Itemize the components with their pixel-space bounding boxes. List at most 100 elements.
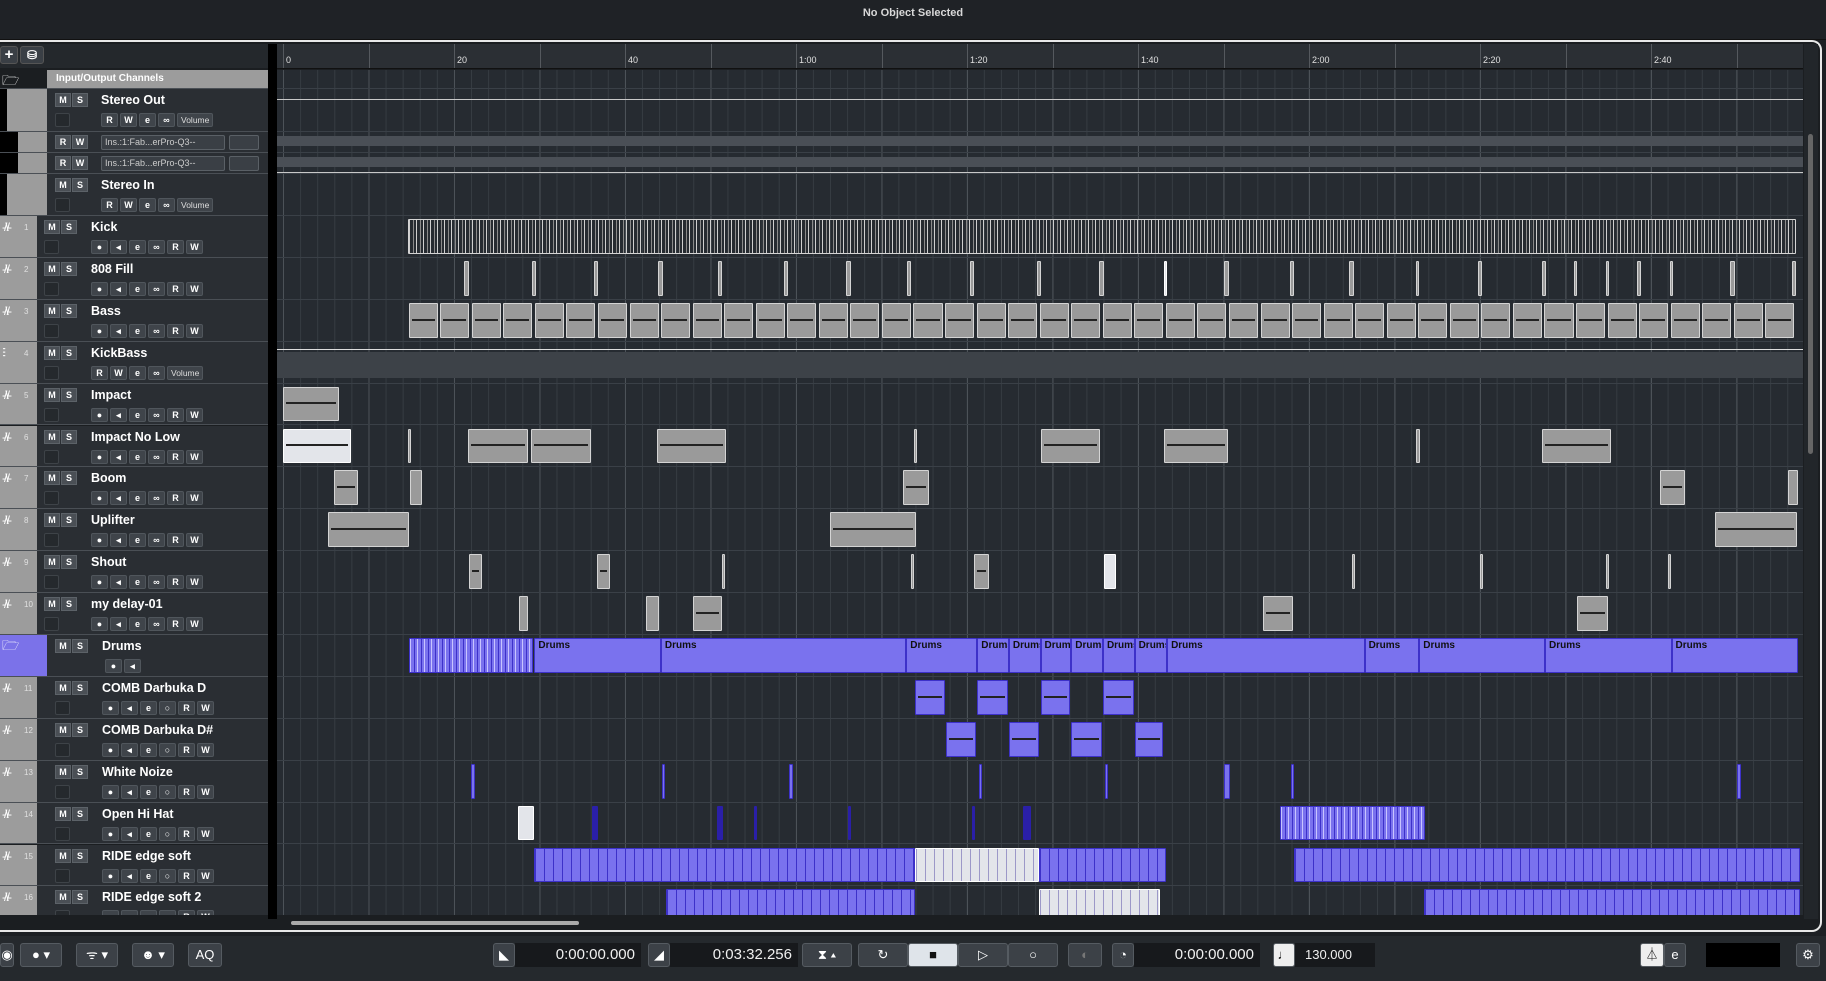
io-row-io[interactable]: M S Stereo Out R We ∞ Volume <box>0 89 268 132</box>
track-white-noize[interactable]: -/\/- 13 M S White Noize ● ◂ e ○ R W <box>0 760 268 803</box>
clip[interactable] <box>334 470 359 506</box>
clip[interactable] <box>1729 260 1735 296</box>
mute-button[interactable]: M <box>44 261 60 276</box>
track-ride-edge-soft[interactable]: -/\/- 15 M S RIDE edge soft ● ◂ e ○ R W <box>0 844 268 887</box>
track-open-hi-hat[interactable]: -/\/- 14 M S Open Hi Hat ● ◂ e ○ R W <box>0 802 268 845</box>
clip[interactable] <box>666 889 915 915</box>
auto-quantize-button[interactable]: AQ <box>188 943 222 967</box>
clip[interactable] <box>1102 302 1132 338</box>
track-control-button[interactable]: ◂ <box>110 240 127 254</box>
clip[interactable] <box>283 428 352 464</box>
clip[interactable] <box>1008 721 1039 757</box>
track-control-button[interactable]: R <box>167 575 184 590</box>
clip[interactable]: Drums <box>534 638 661 673</box>
track-control-button[interactable]: ◂ <box>110 533 127 548</box>
clip[interactable]: Drums <box>1071 638 1103 673</box>
track-ride-edge-soft-2[interactable]: -/\/- 16 MS RIDE edge soft 2 ●◂e○RW <box>0 886 268 915</box>
clip[interactable] <box>718 260 723 296</box>
clip[interactable] <box>1197 302 1227 338</box>
solo-button[interactable]: S <box>72 639 88 653</box>
clip[interactable] <box>1605 260 1610 296</box>
solo-button[interactable]: S <box>72 806 88 821</box>
track-control-button[interactable]: ∞ <box>148 491 165 506</box>
clip[interactable] <box>1098 260 1104 296</box>
clip[interactable] <box>978 763 983 799</box>
track-control-button[interactable]: e <box>140 826 157 841</box>
track-control-button[interactable]: ∞ <box>148 617 165 632</box>
track-control-button[interactable]: ● <box>91 407 108 422</box>
track-control-button[interactable]: ◂ <box>110 449 127 464</box>
clip[interactable] <box>1008 302 1038 338</box>
track-control-button[interactable]: e <box>129 617 146 632</box>
clip[interactable] <box>1037 260 1041 296</box>
clip[interactable] <box>914 679 945 715</box>
track-control-button[interactable]: ∞ <box>148 281 165 296</box>
clip[interactable] <box>657 428 726 464</box>
clip[interactable] <box>1418 302 1448 338</box>
clip[interactable] <box>1659 470 1686 506</box>
track-control-button[interactable]: R <box>167 240 184 254</box>
track-control-button[interactable]: R <box>178 742 195 757</box>
io-row-folder[interactable]: 🗁 Input/Output Channels <box>0 70 268 89</box>
read-button[interactable]: R <box>55 135 71 149</box>
clip[interactable] <box>661 763 666 799</box>
mute-button[interactable]: M <box>44 597 60 612</box>
clip[interactable] <box>845 260 851 296</box>
track-control-button[interactable]: ◂ <box>121 826 138 841</box>
track-control-button[interactable]: ◂ <box>110 407 127 422</box>
clip[interactable] <box>1424 889 1800 915</box>
solo-button[interactable]: S <box>72 722 88 737</box>
clip[interactable] <box>597 302 628 338</box>
track-control-button[interactable]: W <box>186 491 203 506</box>
clip[interactable] <box>1040 428 1101 464</box>
right-locator-field[interactable]: 0:03:32.256 <box>670 943 798 967</box>
track-select-box[interactable] <box>55 910 70 915</box>
track-comb-darbuka-d-[interactable]: -/\/- 12 M S COMB Darbuka D# ● ◂ e ○ R W <box>0 718 268 761</box>
clip[interactable] <box>1702 302 1732 338</box>
clip[interactable] <box>1260 302 1290 338</box>
clip[interactable] <box>1071 721 1103 757</box>
clip[interactable] <box>973 554 990 590</box>
clip[interactable] <box>1102 679 1134 715</box>
track-control-button[interactable]: e <box>140 868 157 883</box>
clip[interactable] <box>913 428 917 464</box>
track-kickbass[interactable]: ⫶⫶ 4 M S KickBass R We ∞ Volume <box>0 341 268 384</box>
clip[interactable] <box>724 302 754 338</box>
clip[interactable] <box>972 805 976 841</box>
track-control-button[interactable]: R <box>178 784 195 799</box>
track-select-box[interactable] <box>44 240 59 254</box>
mute-button[interactable]: M <box>55 848 71 863</box>
tempo-field[interactable]: 130.000 <box>1295 943 1375 967</box>
clip[interactable]: Drums <box>1167 638 1365 673</box>
track-control-button[interactable]: ● <box>91 491 108 506</box>
track-control-button[interactable]: R <box>167 449 184 464</box>
mute-button[interactable]: M <box>44 303 60 318</box>
clip[interactable] <box>566 302 596 338</box>
clip[interactable] <box>531 260 537 296</box>
solo-button[interactable]: S <box>61 597 77 612</box>
clip[interactable] <box>1787 470 1799 506</box>
control-write-button[interactable]: W <box>120 198 137 212</box>
track-control-button[interactable]: ∞ <box>148 240 165 254</box>
clip[interactable] <box>629 302 659 338</box>
control-link-button[interactable]: ∞ <box>158 198 175 212</box>
mute-button[interactable]: M <box>44 387 60 402</box>
track-control-button[interactable]: ● <box>91 240 108 254</box>
track-control-button[interactable]: e <box>140 700 157 715</box>
track-control-button[interactable]: R <box>178 826 195 841</box>
settings-icon[interactable]: ⚙ <box>1796 943 1820 967</box>
clip[interactable] <box>1134 302 1164 338</box>
clip[interactable] <box>1607 302 1637 338</box>
track-control-button[interactable]: W <box>186 533 203 548</box>
track-control-button[interactable]: e <box>129 323 146 338</box>
clip[interactable] <box>907 260 911 296</box>
clip[interactable] <box>784 260 789 296</box>
track-kick[interactable]: -/\/- 1 M S Kick ● ◂ e ∞ R W <box>0 216 268 258</box>
track-control-button[interactable]: ● <box>102 784 119 799</box>
solo-button[interactable]: S <box>61 471 77 486</box>
clip[interactable] <box>408 302 438 338</box>
volume-button[interactable]: Volume <box>177 113 214 127</box>
clock-icon[interactable]: ◔ <box>1112 943 1134 967</box>
track-control-button[interactable]: W <box>197 868 214 883</box>
track-control-button[interactable]: ◂ <box>110 281 127 296</box>
